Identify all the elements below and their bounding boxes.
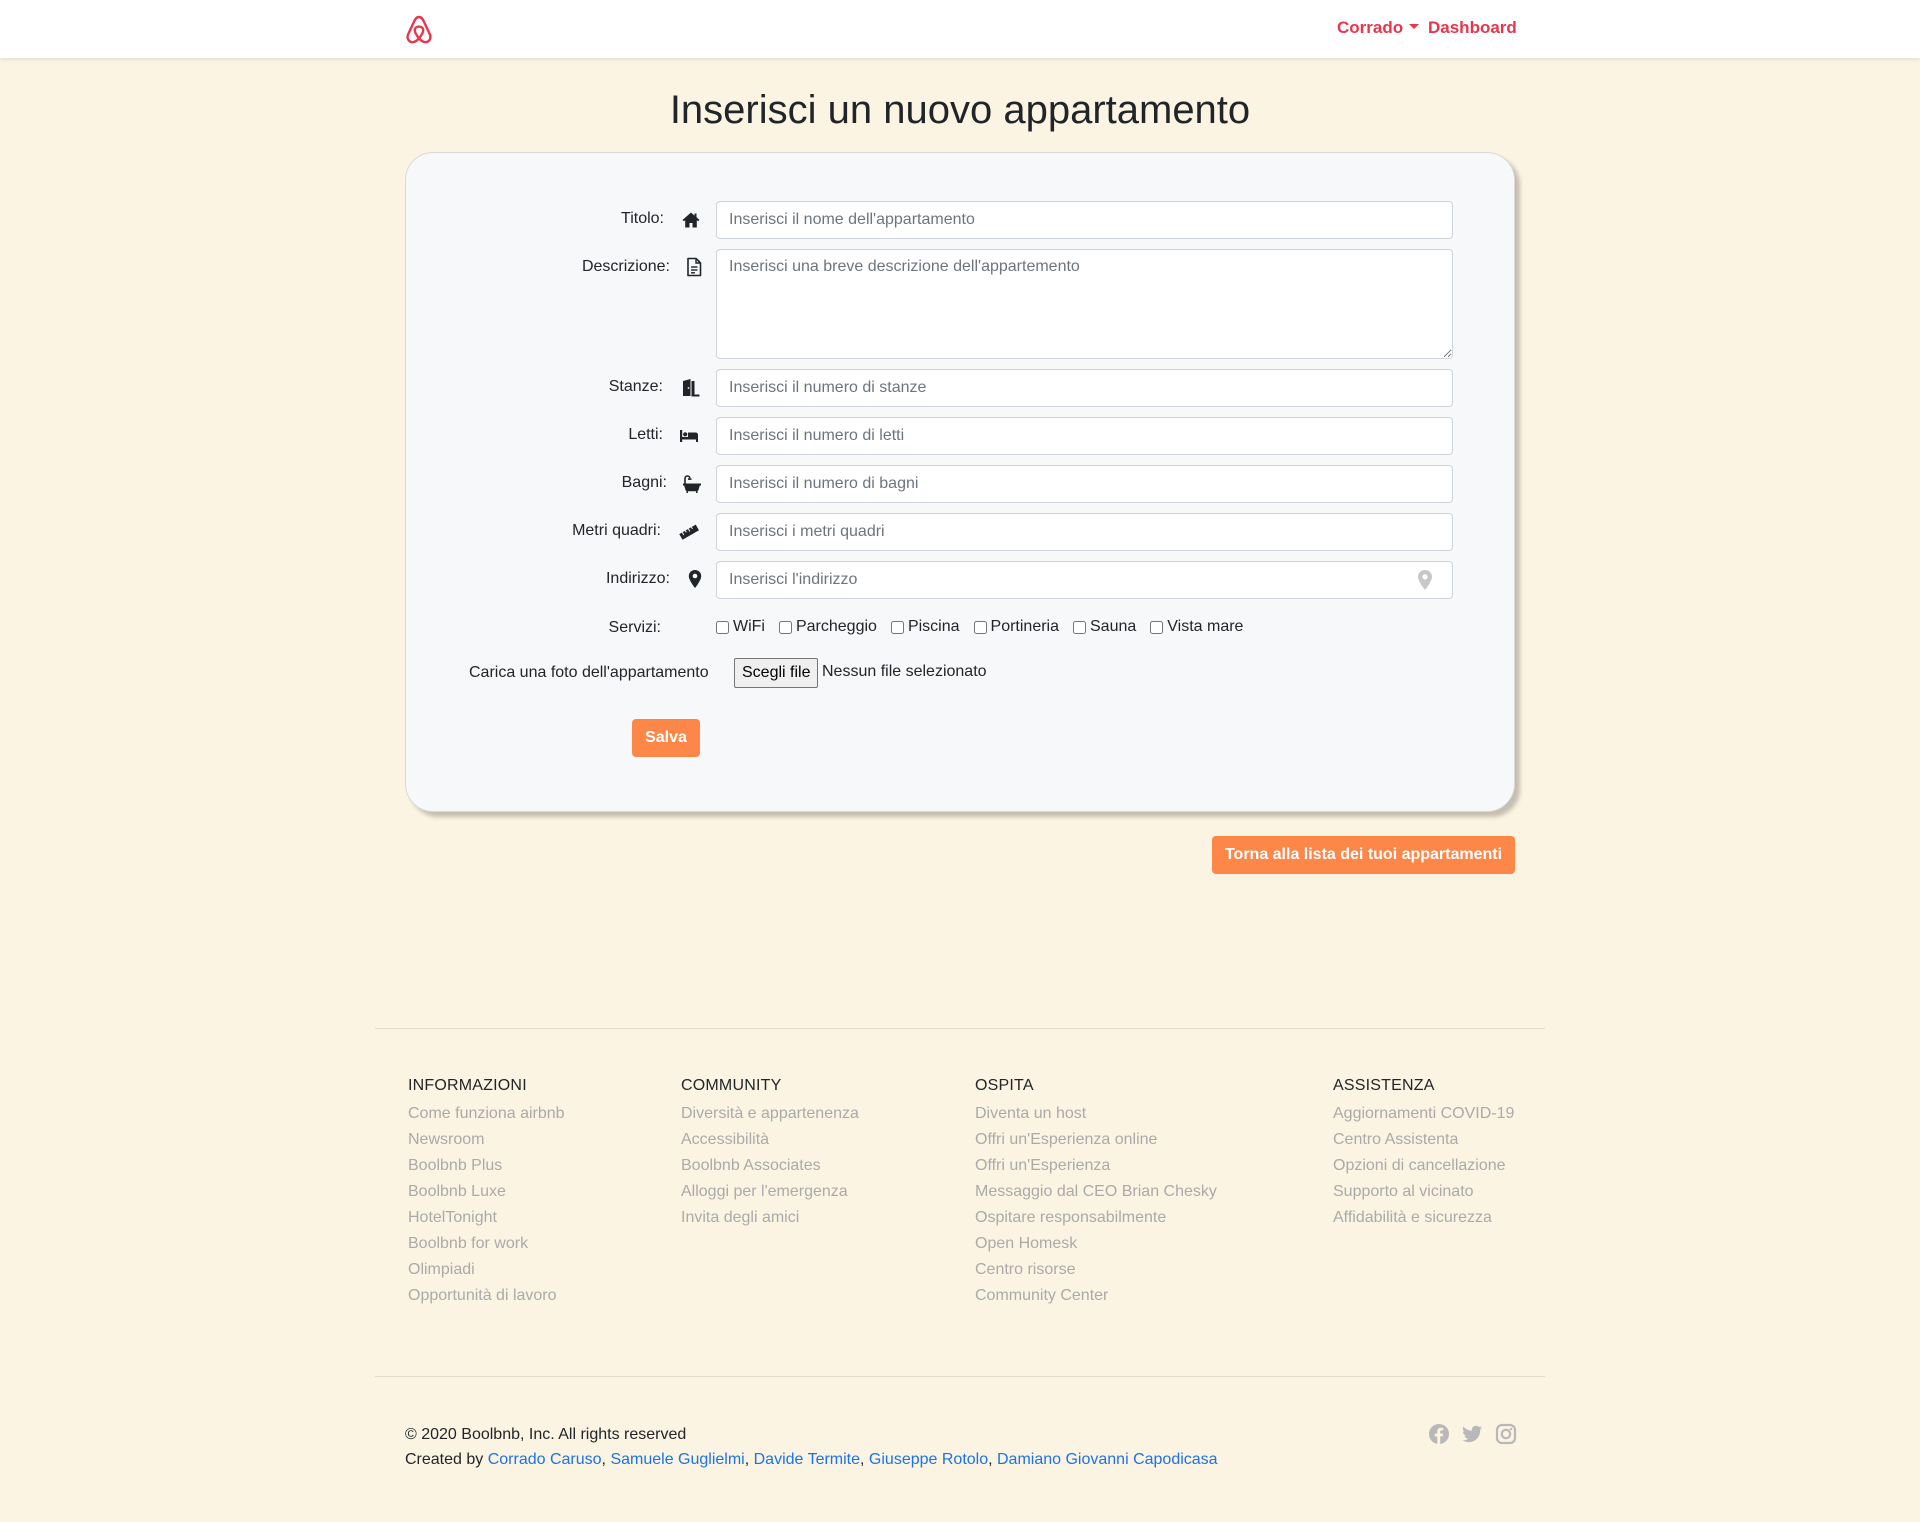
- sauna-checkbox[interactable]: [1073, 620, 1086, 634]
- footer-heading: OSPITA: [975, 1077, 1034, 1094]
- square-meters-label: Metri quadri:: [572, 522, 661, 539]
- bathrooms-label: Bagni:: [621, 474, 667, 491]
- footer-link[interactable]: Boolbnb Plus: [408, 1153, 565, 1179]
- footer-link[interactable]: Centro risorse: [975, 1257, 1217, 1283]
- service-pool[interactable]: Piscina: [890, 618, 960, 636]
- navbar: Corrado Dashboard: [0, 0, 1920, 58]
- beds-input[interactable]: [716, 417, 1453, 455]
- footer-link[interactable]: Diventa un host: [975, 1101, 1217, 1127]
- choose-file-button[interactable]: Scegli file: [734, 658, 819, 688]
- instagram-icon[interactable]: [1495, 1423, 1517, 1445]
- title-label: Titolo:: [621, 210, 664, 227]
- footer-link[interactable]: Boolbnb Luxe: [408, 1179, 565, 1205]
- page-title: Inserisci un nuovo appartamento: [669, 88, 1251, 132]
- service-concierge[interactable]: Portineria: [973, 618, 1059, 636]
- save-button[interactable]: Salva: [632, 719, 700, 757]
- address-label: Indirizzo:: [605, 570, 670, 587]
- footer-heading: INFORMAZIONI: [408, 1077, 527, 1094]
- footer-link[interactable]: Invita degli amici: [681, 1205, 859, 1231]
- footer-link[interactable]: Offri un'Esperienza: [975, 1153, 1217, 1179]
- sea-view-checkbox[interactable]: [1150, 620, 1164, 634]
- footer-divider-top: [375, 1028, 1545, 1029]
- footer-link[interactable]: Boolbnb for work: [408, 1231, 565, 1257]
- user-menu-dropdown[interactable]: Corrado: [1337, 18, 1420, 38]
- author-link[interactable]: Giuseppe Rotolo: [869, 1451, 988, 1468]
- author-link[interactable]: Damiano Giovanni Capodicasa: [997, 1451, 1218, 1468]
- concierge-checkbox[interactable]: [973, 620, 987, 634]
- footer-link[interactable]: Boolbnb Associates: [681, 1153, 859, 1179]
- parking-checkbox[interactable]: [778, 620, 792, 634]
- footer-column-community: COMMUNITY Diversità e appartenenza Acces…: [681, 1077, 859, 1231]
- back-to-apartments-button[interactable]: Torna alla lista dei tuoi appartamenti: [1212, 836, 1515, 874]
- footer-link[interactable]: Olimpiadi: [408, 1257, 565, 1283]
- footer-link[interactable]: Opzioni di cancellazione: [1333, 1153, 1514, 1179]
- footer-column-informazioni: INFORMAZIONI Come funziona airbnb Newsro…: [408, 1077, 565, 1309]
- home-icon: [682, 212, 700, 228]
- footer-link[interactable]: Offri un'Esperienza online: [975, 1127, 1217, 1153]
- address-input[interactable]: [716, 561, 1453, 599]
- footer-link[interactable]: Messaggio dal CEO Brian Chesky: [975, 1179, 1217, 1205]
- bathrooms-input[interactable]: [716, 465, 1453, 503]
- footer-link[interactable]: Ospitare responsabilmente: [975, 1205, 1217, 1231]
- footer-link[interactable]: Community Center: [975, 1283, 1217, 1309]
- document-icon: [687, 257, 702, 277]
- footer-link[interactable]: Come funziona airbnb: [408, 1101, 565, 1127]
- location-pin-icon[interactable]: [1416, 569, 1434, 591]
- author-link[interactable]: Davide Termite: [754, 1451, 860, 1468]
- ruler-icon: [679, 524, 699, 540]
- footer-link[interactable]: Open Homesk: [975, 1231, 1217, 1257]
- description-textarea[interactable]: [716, 249, 1453, 359]
- footer-link[interactable]: Alloggi per l'emergenza: [681, 1179, 859, 1205]
- footer-link[interactable]: Supporto al vicinato: [1333, 1179, 1514, 1205]
- title-input[interactable]: [716, 201, 1453, 239]
- photo-label: Carica una foto dell'appartamento: [469, 664, 709, 681]
- user-name: Corrado: [1337, 18, 1404, 37]
- rooms-label: Stanze:: [608, 378, 663, 395]
- description-label: Descrizione:: [581, 258, 670, 275]
- wifi-checkbox[interactable]: [716, 620, 729, 634]
- service-parking[interactable]: Parcheggio: [778, 618, 877, 636]
- airbnb-logo-icon[interactable]: [403, 14, 435, 46]
- footer-link[interactable]: Aggiornamenti COVID-19: [1333, 1101, 1514, 1127]
- services-label: Servizi:: [608, 619, 661, 636]
- footer-link[interactable]: Newsroom: [408, 1127, 565, 1153]
- dashboard-link[interactable]: Dashboard: [1428, 18, 1517, 38]
- footer-link[interactable]: Affidabilità e sicurezza: [1333, 1205, 1514, 1231]
- service-wifi[interactable]: WiFi: [716, 618, 765, 636]
- facebook-icon[interactable]: [1428, 1423, 1450, 1445]
- caret-down-icon: [1409, 24, 1420, 29]
- beds-label: Letti:: [628, 426, 663, 443]
- footer-link[interactable]: Accessibilità: [681, 1127, 859, 1153]
- footer-column-ospita: OSPITA Diventa un host Offri un'Esperien…: [975, 1077, 1217, 1309]
- footer-link[interactable]: Opportunità di lavoro: [408, 1283, 565, 1309]
- pool-checkbox[interactable]: [890, 620, 904, 634]
- footer-heading: COMMUNITY: [681, 1077, 782, 1094]
- file-status-text: Nessun file selezionato: [822, 663, 987, 680]
- footer-link[interactable]: Diversità e appartenenza: [681, 1101, 859, 1127]
- bed-icon: [680, 430, 698, 442]
- copyright-text: © 2020 Boolbnb, Inc. All rights reserved: [405, 1426, 687, 1443]
- author-link[interactable]: Samuele Guglielmi: [610, 1451, 744, 1468]
- square-meters-input[interactable]: [716, 513, 1453, 551]
- twitter-icon[interactable]: [1461, 1423, 1483, 1445]
- footer-divider-bottom: [375, 1376, 1545, 1377]
- bath-icon: [683, 475, 701, 493]
- service-sauna[interactable]: Sauna: [1073, 618, 1136, 636]
- credits-line: Created by Corrado Caruso, Samuele Gugli…: [405, 1451, 1218, 1468]
- author-link[interactable]: Corrado Caruso: [488, 1451, 602, 1468]
- footer-link[interactable]: HotelTonight: [408, 1205, 565, 1231]
- footer-column-assistenza: ASSISTENZA Aggiornamenti COVID-19 Centro…: [1333, 1077, 1514, 1231]
- map-marker-icon: [688, 570, 702, 588]
- footer-heading: ASSISTENZA: [1333, 1077, 1435, 1094]
- door-icon: [683, 379, 700, 397]
- service-sea-view[interactable]: Vista mare: [1150, 618, 1243, 636]
- services-checkbox-group: WiFi Parcheggio Piscina Portineria Sauna…: [716, 618, 1257, 636]
- created-by-label: Created by: [405, 1451, 484, 1468]
- apartment-form: Titolo: Descrizione: Stanze: Letti:: [405, 152, 1515, 812]
- rooms-input[interactable]: [716, 369, 1453, 407]
- footer-link[interactable]: Centro Assistenta: [1333, 1127, 1514, 1153]
